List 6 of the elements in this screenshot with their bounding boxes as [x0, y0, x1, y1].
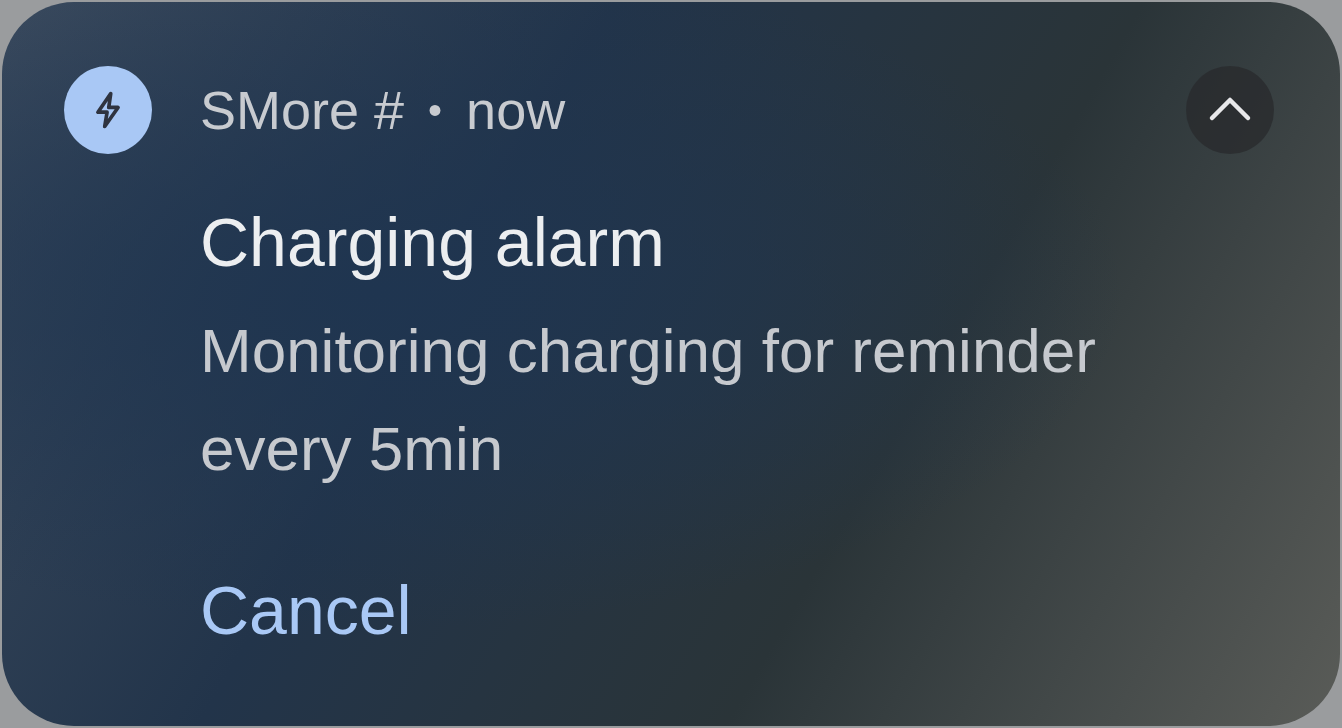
app-name: SMore #	[200, 79, 405, 141]
timestamp: now	[466, 79, 566, 141]
separator-dot: •	[428, 87, 443, 133]
cancel-button[interactable]: Cancel	[200, 570, 412, 650]
notification-title: Charging alarm	[200, 203, 666, 282]
notification-body: Monitoring charging for reminder every 5min	[200, 315, 1097, 485]
